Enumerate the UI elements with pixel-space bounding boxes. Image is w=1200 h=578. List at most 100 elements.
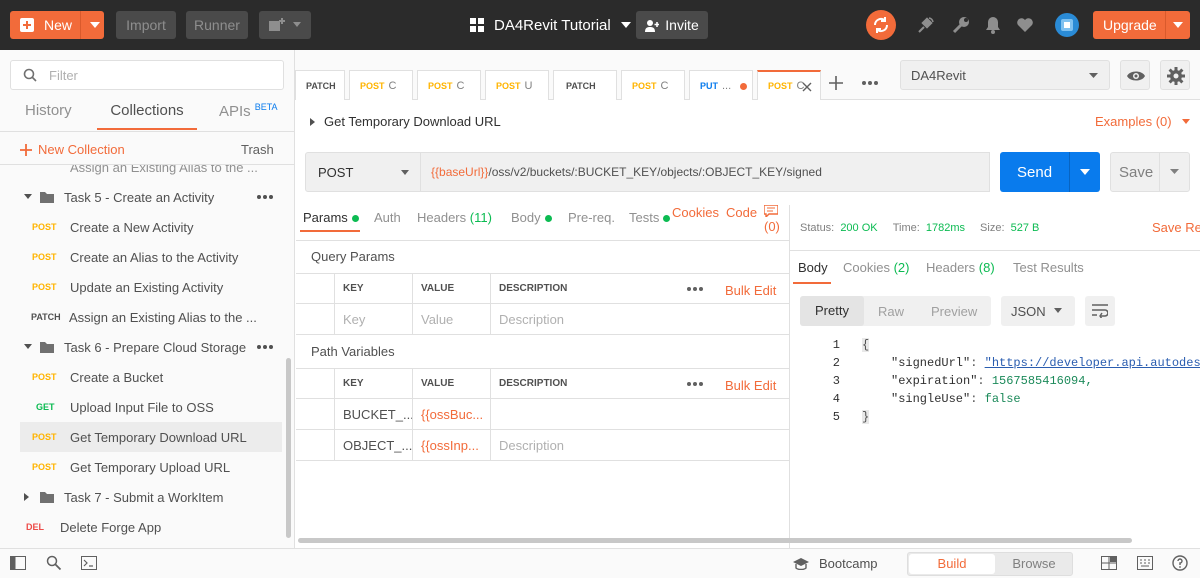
close-icon[interactable] (802, 82, 812, 92)
avatar[interactable] (1055, 13, 1079, 37)
bulk-edit-link[interactable]: Bulk Edit (725, 378, 776, 393)
folder-task7[interactable]: Task 7 - Submit a WorkItem (0, 482, 284, 512)
tab-response-cookies[interactable]: Cookies (2) (843, 260, 909, 275)
invite-button[interactable]: Invite (636, 11, 708, 39)
pretty-button[interactable]: Pretty (800, 296, 864, 326)
more-icon[interactable] (687, 287, 703, 291)
tab-history[interactable]: History (25, 102, 72, 119)
format-select[interactable]: JSON (1001, 296, 1075, 326)
comments-button[interactable]: (0) (764, 205, 780, 234)
list-item[interactable]: PATCH Assign an Existing Alias to the ... (0, 302, 284, 332)
find-icon[interactable] (46, 555, 62, 571)
keyboard-icon[interactable] (1137, 556, 1153, 570)
tab-response-headers[interactable]: Headers (8) (926, 260, 995, 275)
tab-request[interactable]: PATCH (295, 70, 345, 100)
list-item[interactable]: POST Create a Bucket (0, 362, 284, 392)
sidebar-scrollbar[interactable] (286, 358, 291, 538)
build-mode-button[interactable]: Build (909, 554, 995, 574)
tab-request[interactable]: POST C (621, 70, 685, 100)
search-input[interactable]: Filter (10, 60, 284, 90)
save-response-button[interactable]: Save Res (1152, 220, 1200, 235)
preview-button[interactable]: Preview (931, 304, 977, 319)
settings-button[interactable] (1160, 60, 1190, 90)
satellite-icon[interactable] (917, 16, 935, 34)
url-input[interactable]: {{baseUrl}} /oss/v2/buckets/:BUCKET_KEY/… (421, 152, 990, 192)
request-name-row[interactable]: Get Temporary Download URL (310, 114, 501, 129)
sidebar-toggle-icon[interactable] (10, 556, 26, 570)
new-button[interactable]: New (10, 11, 104, 39)
help-icon[interactable] (1172, 555, 1188, 571)
more-tabs-icon[interactable] (862, 81, 878, 85)
upgrade-button[interactable]: Upgrade (1093, 11, 1190, 39)
key-field[interactable]: BUCKET_... (334, 399, 414, 429)
sync-icon[interactable] (866, 10, 896, 40)
list-item[interactable]: POST Create an Alias to the Activity (0, 242, 284, 272)
tab-body[interactable]: Body (511, 210, 552, 225)
folder-task5[interactable]: Task 5 - Create an Activity (0, 182, 284, 212)
code-link[interactable]: Code (726, 205, 757, 220)
key-field[interactable]: OBJECT_... (334, 430, 412, 460)
list-item[interactable]: POST Get Temporary Upload URL (0, 452, 284, 482)
cookies-link[interactable]: Cookies (672, 205, 719, 220)
workspace-switcher[interactable]: DA4Revit Tutorial (470, 14, 631, 36)
tab-test-results[interactable]: Test Results (1013, 260, 1084, 275)
quick-look-button[interactable] (1120, 60, 1150, 90)
tab-request-active[interactable]: POST C (757, 70, 821, 100)
new-collection-button[interactable]: New Collection (20, 142, 125, 157)
value-field[interactable]: {{ossBuc... (412, 399, 490, 429)
tab-request[interactable]: POST C (349, 70, 413, 100)
more-icon[interactable] (257, 345, 273, 349)
examples-dropdown[interactable]: Examples (0) (1095, 114, 1190, 129)
list-item[interactable]: Assign an Existing Alias to the ... (0, 165, 284, 182)
tab-response-body[interactable]: Body (798, 260, 828, 275)
tab-headers[interactable]: Headers (11) (417, 210, 492, 225)
list-item-selected[interactable]: POST Get Temporary Download URL (20, 422, 282, 452)
description-field[interactable] (490, 399, 790, 429)
console-icon[interactable] (81, 556, 97, 570)
tab-auth[interactable]: Auth (374, 210, 401, 225)
environment-select[interactable]: DA4Revit (900, 60, 1110, 90)
browse-mode-button[interactable]: Browse (996, 554, 1072, 574)
layout-icon[interactable] (1101, 556, 1117, 570)
bulk-edit-link[interactable]: Bulk Edit (725, 283, 776, 298)
tab-collections[interactable]: Collections (97, 102, 197, 130)
trash-button[interactable]: Trash (241, 142, 274, 157)
method-select[interactable]: POST (305, 152, 421, 192)
tab-prereq[interactable]: Pre-req. (568, 210, 615, 225)
description-field[interactable]: Description (490, 430, 790, 460)
bootcamp-button[interactable]: Bootcamp (793, 556, 878, 571)
list-item[interactable]: GET Upload Input File to OSS (0, 392, 284, 422)
tab-request[interactable]: POST C (417, 70, 481, 100)
tab-request[interactable]: PUT... (689, 70, 753, 100)
wrap-lines-button[interactable] (1085, 296, 1115, 326)
horizontal-scrollbar[interactable] (298, 538, 1132, 543)
more-icon[interactable] (687, 382, 703, 386)
value-field[interactable]: {{ossInp... (412, 430, 490, 460)
save-button[interactable]: Save (1110, 152, 1190, 192)
more-icon[interactable] (257, 195, 273, 199)
add-tab-button[interactable] (829, 76, 843, 90)
key-field[interactable]: Key (334, 304, 412, 334)
list-item[interactable]: POST Create a New Activity (0, 212, 284, 242)
runner-button[interactable]: Runner (186, 11, 248, 39)
json-string-value[interactable]: "https://developer.api.autodesk (985, 356, 1200, 370)
chevron-down-icon[interactable] (1080, 169, 1090, 176)
heart-icon[interactable] (1016, 17, 1034, 33)
tab-apis[interactable]: APIs BETA (219, 102, 278, 120)
folder-task6[interactable]: Task 6 - Prepare Cloud Storage (0, 332, 284, 362)
chevron-down-icon[interactable] (1170, 169, 1179, 175)
send-button[interactable]: Send (1000, 152, 1100, 192)
tab-tests[interactable]: Tests (629, 210, 671, 225)
new-window-button[interactable] (259, 11, 311, 39)
value-field[interactable]: Value (412, 304, 490, 334)
tab-request[interactable]: POST U (485, 70, 549, 100)
wrench-icon[interactable] (952, 16, 970, 34)
tab-request[interactable]: PATCH (553, 70, 617, 100)
description-field[interactable]: Description (490, 304, 790, 334)
import-button[interactable]: Import (116, 11, 176, 39)
list-item[interactable]: POST Update an Existing Activity (0, 272, 284, 302)
bell-icon[interactable] (985, 16, 1001, 34)
raw-button[interactable]: Raw (878, 304, 904, 319)
list-item[interactable]: DEL Delete Forge App (0, 512, 284, 542)
tab-params[interactable]: Params (303, 210, 359, 225)
